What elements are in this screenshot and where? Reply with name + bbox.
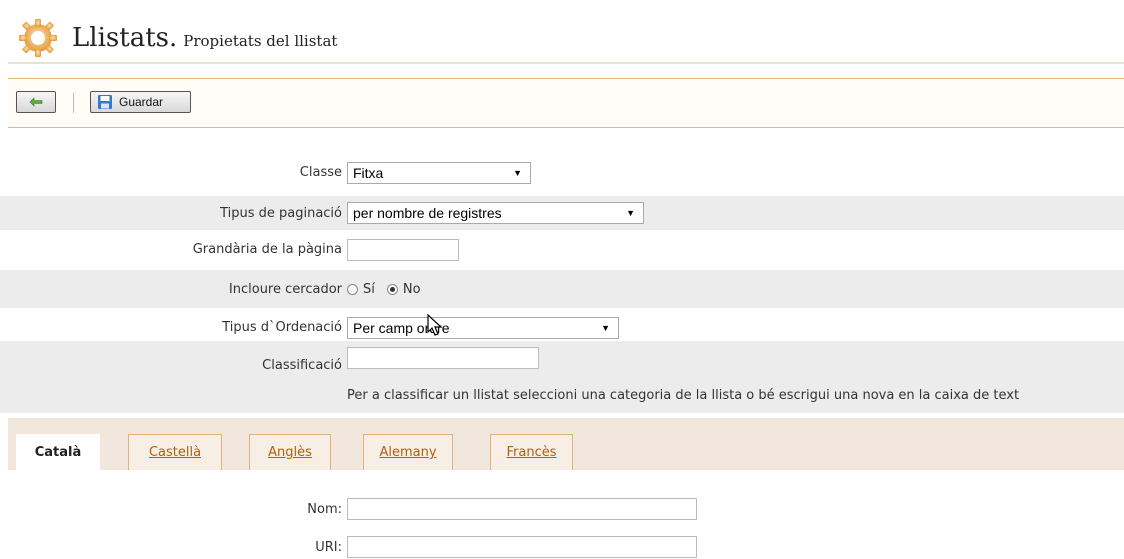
chevron-down-icon: ▼ (626, 208, 635, 218)
cercador-radio-no[interactable] (386, 283, 398, 295)
tab-catala[interactable]: Català (16, 434, 100, 470)
header-divider (8, 62, 1124, 64)
tab-angles[interactable]: Anglès (249, 434, 331, 470)
row-uri: URI: (0, 535, 1124, 559)
row-grandaria: Grandària de la pàgina (0, 236, 1124, 263)
row-nom: Nom: (0, 497, 1124, 521)
floppy-disk-icon (98, 95, 112, 109)
uri-label: URI: (315, 539, 342, 555)
nom-input[interactable] (347, 498, 697, 520)
cercador-options: Sí No (347, 282, 421, 297)
classificacio-label: Classificació (262, 358, 342, 373)
tab-frances[interactable]: Francès (490, 434, 573, 470)
row-paginacio: Tipus de paginació per nombre de registr… (0, 196, 1124, 230)
back-button[interactable] (16, 91, 56, 113)
toolbar: Guardar (8, 78, 1124, 128)
page-header: Llistats. Propietats del llistat (18, 18, 337, 58)
save-button-label: Guardar (119, 95, 164, 109)
grandaria-label: Grandària de la pàgina (192, 242, 342, 257)
language-tabs: Català Castellà Anglès Alemany Francès (8, 418, 1124, 470)
paginacio-select[interactable]: per nombre de registres ▼ (347, 202, 644, 224)
toolbar-separator (73, 93, 74, 113)
back-arrow-icon (29, 97, 43, 107)
tab-castella[interactable]: Castellà (128, 434, 222, 470)
tab-alemany[interactable]: Alemany (363, 434, 453, 470)
classe-label: Classe (299, 165, 342, 180)
save-button[interactable]: Guardar (90, 91, 191, 113)
paginacio-label: Tipus de paginació (220, 205, 342, 221)
classificacio-help: Per a classificar un llistat seleccioni … (347, 388, 1020, 403)
paginacio-value: per nombre de registres (353, 205, 502, 221)
nom-label: Nom: (307, 501, 342, 517)
ordenacio-label: Tipus d`Ordenació (222, 320, 342, 335)
uri-input[interactable] (347, 536, 697, 558)
grandaria-input[interactable] (347, 238, 459, 261)
page-title: Llistats. (72, 23, 178, 53)
chevron-down-icon: ▼ (601, 322, 610, 333)
row-cercador: Incloure cercador Sí No (0, 270, 1124, 308)
chevron-down-icon: ▼ (513, 167, 522, 178)
classe-value: Fitxa (353, 164, 384, 181)
mouse-cursor-icon (427, 314, 443, 336)
cercador-si-label: Sí (363, 281, 375, 297)
row-ordenacio: Tipus d`Ordenació Per camp ordre ▼ (0, 314, 1124, 341)
page-subtitle: Propietats del llistat (183, 32, 338, 50)
gear-icon (19, 19, 57, 57)
classificacio-input[interactable] (347, 347, 539, 369)
cercador-no-label: No (402, 281, 421, 297)
cercador-radio-si[interactable] (347, 283, 358, 295)
classe-select[interactable]: Fitxa ▼ (347, 161, 531, 184)
cercador-label: Incloure cercador (228, 281, 342, 297)
row-classe: Classe Fitxa ▼ (0, 159, 1124, 186)
ordenacio-select[interactable]: Per camp ordre ▼ (347, 316, 619, 339)
